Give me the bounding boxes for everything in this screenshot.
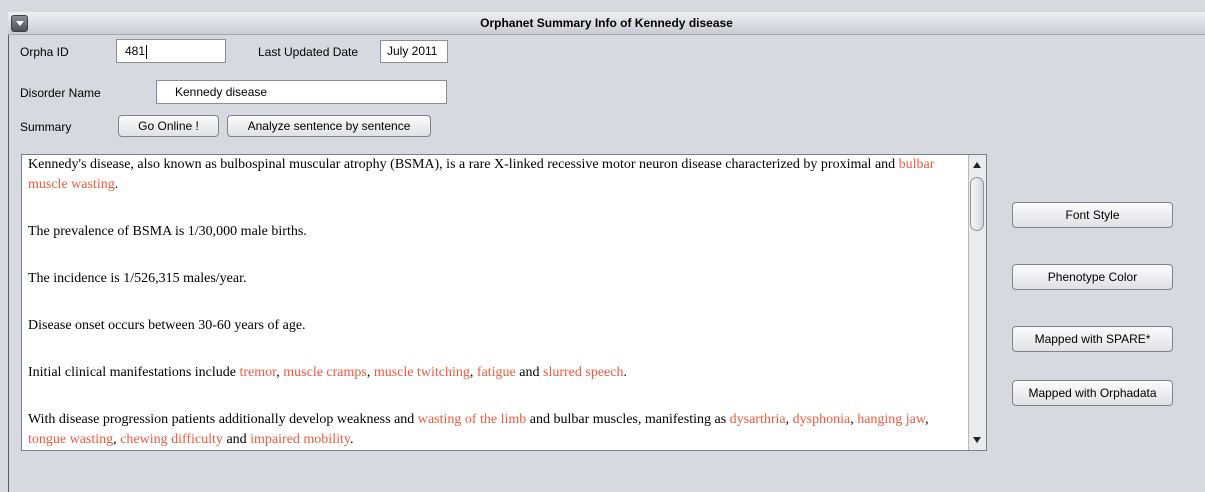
plain-text: With disease progression patients additi… xyxy=(28,412,418,427)
mapped-with-orphadata-button[interactable]: Mapped with Orphadata xyxy=(1012,380,1173,406)
orpha-id-label: Orpha ID xyxy=(20,45,69,59)
phenotype-term: hanging jaw xyxy=(857,412,926,427)
orpha-id-value: 481 xyxy=(125,44,146,58)
analyze-sentence-button[interactable]: Analyze sentence by sentence xyxy=(227,115,431,137)
plain-text: and xyxy=(222,432,251,447)
summary-paragraph: Disease onset occurs between 30-60 years… xyxy=(28,318,306,333)
phenotype-term: wasting of the limb xyxy=(417,412,527,427)
summary-paragraph: The prevalence of BSMA is 1/30,000 male … xyxy=(28,224,307,239)
plain-text: , xyxy=(785,412,793,427)
plain-text: , xyxy=(469,365,477,380)
font-style-button[interactable]: Font Style xyxy=(1012,202,1173,228)
plain-text: . xyxy=(114,177,119,192)
window-title: Orphanet Summary Info of Kennedy disease xyxy=(480,16,733,30)
phenotype-term: muscle twitching xyxy=(373,365,470,380)
plain-text: . xyxy=(349,432,354,447)
summary-text: Kennedy's disease, also known as bulbosp… xyxy=(28,155,968,450)
phenotype-term: chewing difficulty xyxy=(120,432,223,447)
title-bar: Orphanet Summary Info of Kennedy disease xyxy=(8,12,1205,35)
vertical-scrollbar[interactable] xyxy=(968,155,986,450)
disorder-name-label: Disorder Name xyxy=(20,86,101,100)
summary-label: Summary xyxy=(20,120,72,134)
scrollbar-thumb[interactable] xyxy=(970,177,984,231)
phenotype-term: fatigue xyxy=(476,365,516,380)
plain-text: , xyxy=(925,412,929,427)
mapped-with-spare-button[interactable]: Mapped with SPARE* xyxy=(1012,326,1173,352)
disorder-name-field[interactable]: Kennedy disease xyxy=(156,80,447,104)
last-updated-field[interactable]: July 2011 xyxy=(380,40,448,63)
summary-text-area[interactable]: Kennedy's disease, also known as bulbosp… xyxy=(21,154,987,451)
text-caret xyxy=(146,44,148,59)
go-online-button[interactable]: Go Online ! xyxy=(118,115,219,137)
last-updated-label: Last Updated Date xyxy=(258,45,359,59)
summary-paragraph: The incidence is 1/526,315 males/year. xyxy=(28,271,247,286)
plain-text: , xyxy=(366,365,374,380)
phenotype-term: dysarthria xyxy=(729,412,786,427)
orpha-id-field[interactable]: 481 xyxy=(116,39,226,63)
plain-text: and xyxy=(515,365,543,380)
phenotype-term: muscle cramps xyxy=(283,365,367,380)
plain-text: and bulbar muscles, manifesting as xyxy=(526,412,730,427)
phenotype-color-button[interactable]: Phenotype Color xyxy=(1012,264,1173,290)
plain-text: Kennedy's disease, also known as bulbosp… xyxy=(28,157,899,172)
phenotype-term: impaired mobility xyxy=(250,432,350,447)
summary-paragraph: With disease progression patients additi… xyxy=(28,410,968,450)
scroll-down-arrow-icon[interactable] xyxy=(973,437,981,443)
summary-paragraph: Initial clinical manifestations include … xyxy=(28,363,968,383)
scroll-up-arrow-icon[interactable] xyxy=(973,162,981,168)
phenotype-term: tremor xyxy=(239,365,277,380)
plain-text: Initial clinical manifestations include xyxy=(28,365,240,380)
plain-text: . xyxy=(623,365,627,380)
phenotype-term: dysphonia xyxy=(792,412,851,427)
phenotype-term: tongue wasting xyxy=(28,432,114,447)
summary-paragraph: Kennedy's disease, also known as bulbosp… xyxy=(28,155,968,195)
phenotype-term: slurred speech xyxy=(543,365,624,380)
